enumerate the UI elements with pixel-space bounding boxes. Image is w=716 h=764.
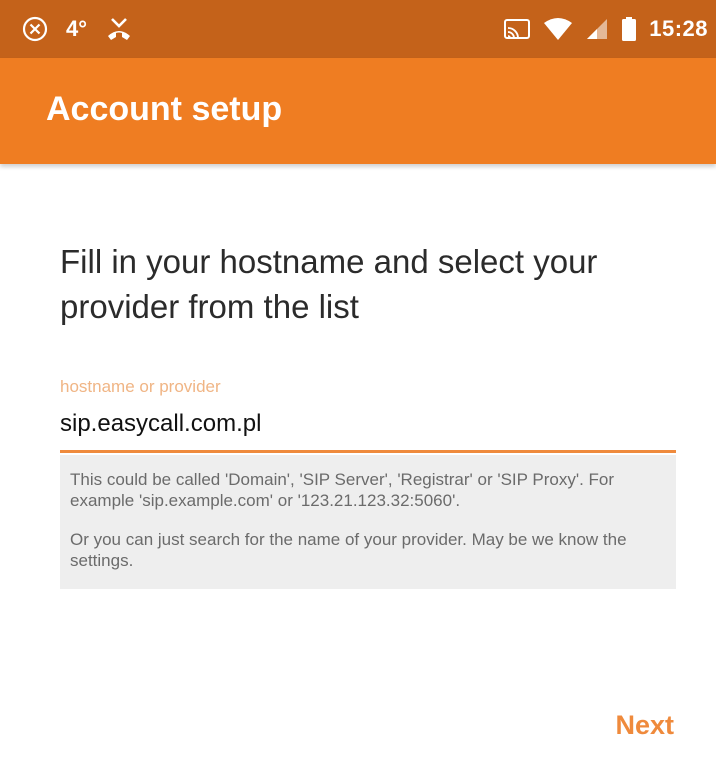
battery-icon (621, 16, 637, 42)
help-text-paragraph: Or you can just search for the name of y… (70, 530, 627, 570)
clock-text: 15:28 (649, 16, 708, 41)
account-setup-form: Fill in your hostname and select your pr… (60, 164, 680, 589)
help-text-paragraph: This could be called 'Domain', 'SIP Serv… (70, 470, 615, 510)
app-bar: Account setup (0, 58, 716, 164)
phone-missed-icon (105, 16, 133, 42)
temperature-text: 4° (66, 16, 88, 41)
page-title: Account setup (46, 89, 283, 128)
hostname-input[interactable] (60, 405, 676, 453)
hostname-help-box: This could be called 'Domain', 'SIP Serv… (60, 455, 676, 589)
wifi-icon (543, 17, 573, 41)
status-bar-left: 4° (22, 16, 133, 42)
instruction-heading: Fill in your hostname and select your pr… (60, 243, 598, 325)
hostname-field-label: hostname or provider (60, 377, 221, 396)
status-bar: 4° 15:28 (0, 0, 716, 58)
cast-icon (503, 17, 531, 41)
next-button[interactable]: Next (615, 710, 674, 741)
close-circle-icon (22, 16, 48, 42)
status-bar-right: 15:28 (503, 16, 708, 42)
signal-icon (585, 17, 609, 41)
